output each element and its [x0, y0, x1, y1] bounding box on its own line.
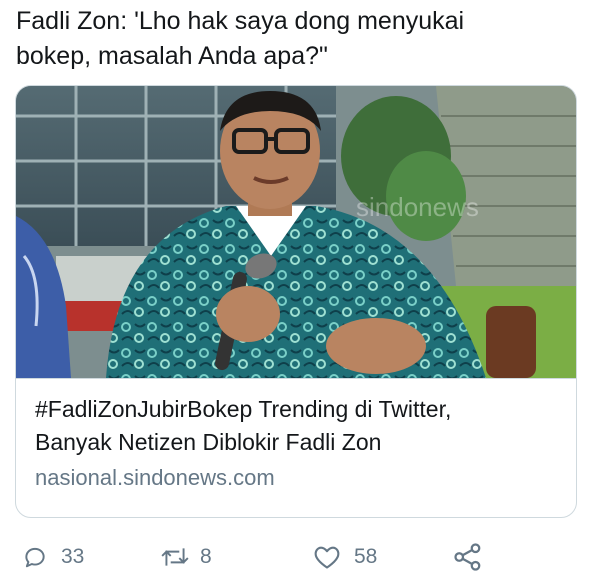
tweet-actions: 33 8 58: [0, 535, 600, 579]
card-meta[interactable]: #FadliZonJubirBokep Trending di Twitter,…: [16, 378, 576, 517]
reply-button[interactable]: 33: [22, 535, 84, 579]
card-image[interactable]: sindonews: [16, 86, 576, 378]
like-count: 58: [354, 545, 378, 568]
reply-icon: [22, 544, 48, 570]
retweet-count: 8: [200, 545, 212, 568]
tweet-text: Fadli Zon: 'Lho hak saya dong menyukai b…: [16, 7, 465, 70]
retweet-icon: [160, 544, 190, 570]
retweet-button[interactable]: 8: [160, 535, 212, 579]
card-title[interactable]: #FadliZonJubirBokep Trending di Twitter,…: [35, 393, 576, 459]
share-button[interactable]: [453, 535, 483, 579]
like-button[interactable]: 58: [313, 535, 377, 579]
watermark: sindonews: [356, 192, 479, 222]
reply-count: 33: [61, 545, 85, 568]
heart-icon: [313, 544, 341, 570]
link-card[interactable]: sindonews #FadliZonJubirBokep Trending d…: [15, 85, 577, 518]
card-domain[interactable]: nasional.sindonews.com: [35, 463, 576, 493]
share-icon: [453, 542, 483, 572]
